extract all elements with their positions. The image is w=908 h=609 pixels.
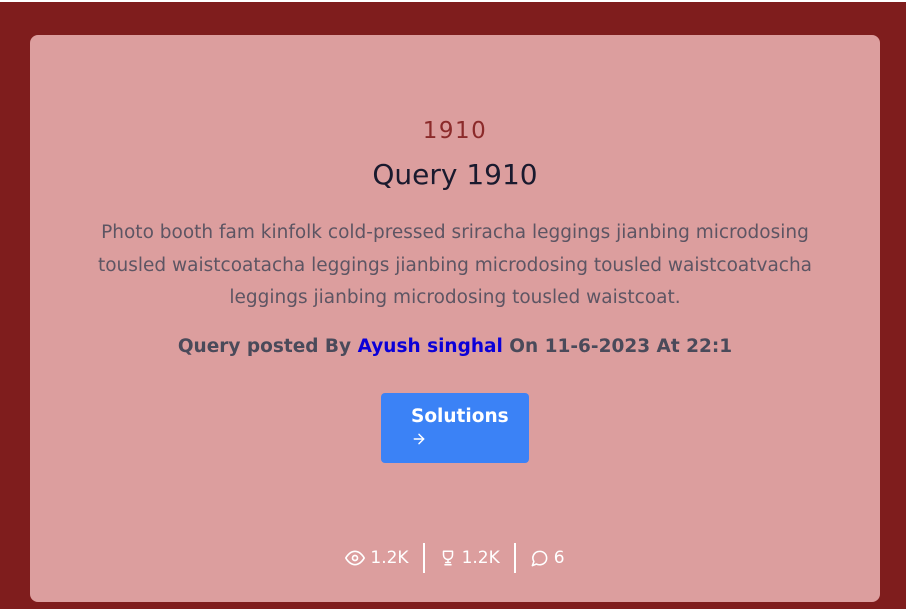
solutions-button-label: Solutions bbox=[411, 406, 509, 427]
comments-count: 6 bbox=[553, 548, 565, 568]
solutions-button[interactable]: Solutions bbox=[381, 393, 529, 463]
eye-icon bbox=[345, 550, 366, 566]
arrow-right-icon bbox=[413, 433, 425, 445]
meta-date: On 11-6-2023 At 22:1 bbox=[509, 336, 733, 357]
query-card: 1910 Query 1910 Photo booth fam kinfolk … bbox=[30, 35, 880, 602]
query-number: 1910 bbox=[422, 118, 488, 144]
trophy-icon bbox=[442, 550, 453, 566]
author-link[interactable]: Ayush singhal bbox=[358, 336, 503, 357]
views-count: 1.2K bbox=[370, 548, 409, 568]
stats-bar: 1.2K 1.2K 6 bbox=[30, 543, 880, 573]
query-title: Query 1910 bbox=[372, 158, 538, 191]
page-frame: 1910 Query 1910 Photo booth fam kinfolk … bbox=[0, 2, 906, 609]
query-description: Photo booth fam kinfolk cold-pressed sri… bbox=[97, 222, 813, 308]
query-meta: Query posted By Ayush singhal On 11-6-20… bbox=[30, 336, 880, 357]
comments-stat: 6 bbox=[516, 548, 579, 568]
likes-stat: 1.2K bbox=[425, 548, 514, 568]
comment-icon bbox=[531, 550, 548, 566]
likes-count: 1.2K bbox=[461, 548, 500, 568]
meta-prefix: Query posted By bbox=[177, 336, 352, 357]
views-stat: 1.2K bbox=[331, 548, 422, 568]
